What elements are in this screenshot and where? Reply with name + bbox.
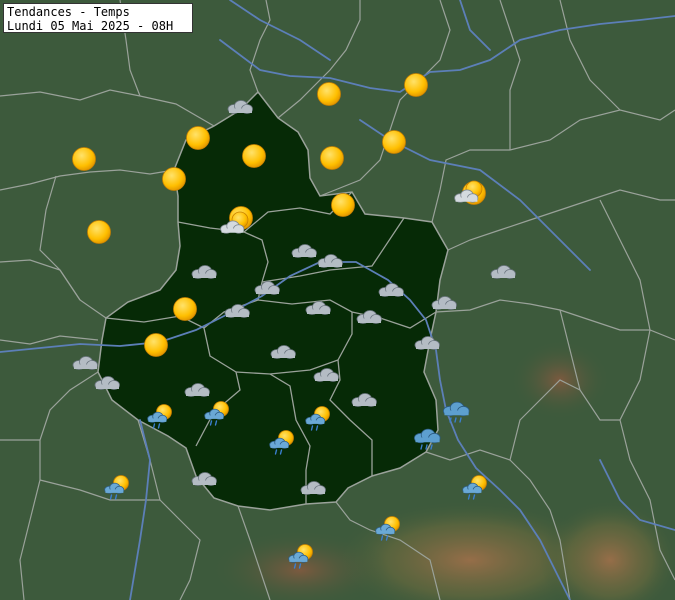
- title-line-2: Lundi 05 Mai 2025 - 08H: [7, 19, 174, 33]
- sun-icon: [72, 147, 96, 171]
- title-box: Tendances - Temps Lundi 05 Mai 2025 - 08…: [3, 3, 193, 33]
- title-line-1: Tendances - Temps: [7, 5, 130, 19]
- sun-icon: [317, 82, 341, 106]
- sun-icon: [242, 144, 266, 168]
- sun-icon: [162, 167, 186, 191]
- sun-icon: [186, 126, 210, 150]
- sun-icon: [144, 333, 168, 357]
- sun-icon: [87, 220, 111, 244]
- weather-map: [0, 0, 675, 600]
- sun-icon: [331, 193, 355, 217]
- sun-icon: [320, 146, 344, 170]
- sun-icon: [382, 130, 406, 154]
- sun-icon: [173, 297, 197, 321]
- sun-icon: [404, 73, 428, 97]
